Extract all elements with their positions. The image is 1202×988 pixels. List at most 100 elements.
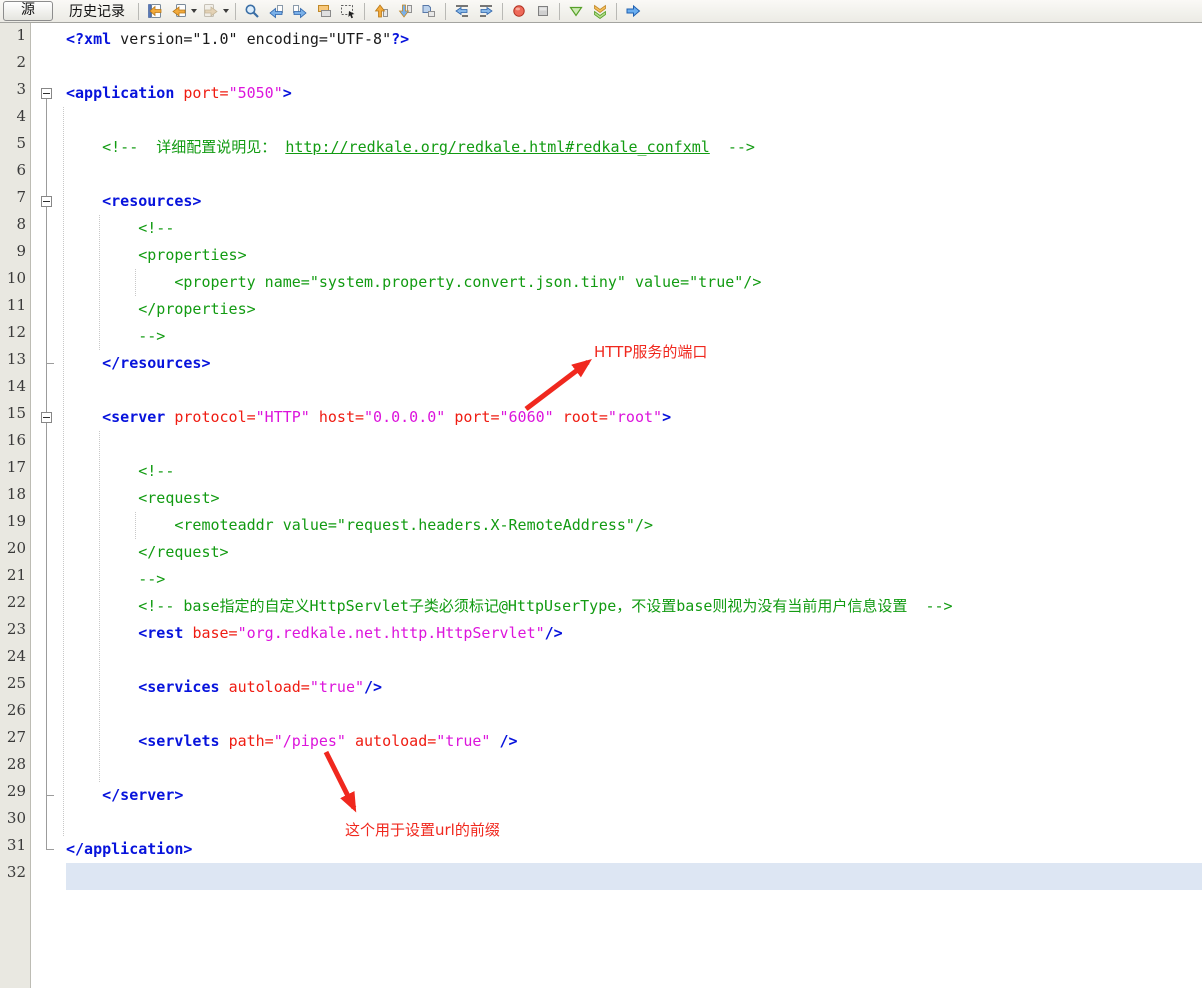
shift-line-right-button[interactable] bbox=[474, 1, 498, 22]
toolbar-separator bbox=[445, 3, 446, 20]
code-token-attr: base= bbox=[192, 624, 237, 642]
code-line[interactable]: <server protocol="HTTP" host="0.0.0.0" p… bbox=[66, 404, 671, 431]
code-token-comment: <remoteaddr value="request.headers.X-Rem… bbox=[66, 516, 653, 534]
code-token-tag: <rest bbox=[138, 624, 183, 642]
code-token-val: "HTTP" bbox=[256, 408, 310, 426]
code-token-attr: port= bbox=[183, 84, 228, 102]
code-line[interactable]: <rest base="org.redkale.net.http.HttpSer… bbox=[66, 620, 563, 647]
fold-collapse-box[interactable] bbox=[41, 412, 52, 423]
code-token-plain bbox=[66, 354, 102, 372]
code-token-val: "0.0.0.0" bbox=[364, 408, 445, 426]
expand-fold-button[interactable] bbox=[564, 1, 588, 22]
fold-end-tick bbox=[46, 363, 54, 364]
code-token-tag: > bbox=[283, 84, 292, 102]
code-token-plain bbox=[66, 786, 102, 804]
next-bookmark-button[interactable] bbox=[393, 1, 417, 22]
stop-macro-recording-button[interactable] bbox=[531, 1, 555, 22]
find-previous-icon bbox=[268, 3, 284, 19]
code-line[interactable]: <!-- bbox=[66, 215, 174, 242]
toggle-bookmark-button[interactable] bbox=[417, 1, 441, 22]
code-token-comment: --> bbox=[710, 138, 755, 156]
code-token-plain bbox=[66, 732, 138, 750]
code-line[interactable]: <!-- base指定的自定义HttpServlet子类必须标记@HttpUse… bbox=[66, 593, 953, 620]
code-token-tag: ?> bbox=[391, 30, 409, 48]
code-line[interactable]: --> bbox=[66, 323, 165, 350]
code-line[interactable]: <!-- bbox=[66, 458, 174, 485]
code-line[interactable]: --> bbox=[66, 566, 165, 593]
collapse-all-folds-icon bbox=[592, 3, 608, 19]
code-line[interactable]: <application port="5050"> bbox=[66, 80, 292, 107]
fold-collapse-box[interactable] bbox=[41, 196, 52, 207]
back-icon bbox=[171, 3, 187, 19]
previous-bookmark-icon bbox=[373, 3, 389, 19]
shift-line-left-icon bbox=[454, 3, 470, 19]
last-edit-location-button[interactable] bbox=[143, 1, 167, 22]
code-line[interactable]: <property name="system.property.convert.… bbox=[66, 269, 761, 296]
line-number: 23 bbox=[0, 620, 26, 647]
code-token-attr: port= bbox=[454, 408, 499, 426]
code-line[interactable]: </resources> bbox=[66, 350, 211, 377]
code-token-comment: --> bbox=[66, 570, 165, 588]
code-line[interactable]: </request> bbox=[66, 539, 229, 566]
shift-line-right-icon bbox=[478, 3, 494, 19]
line-number: 31 bbox=[0, 836, 26, 863]
collapse-all-folds-button[interactable] bbox=[588, 1, 612, 22]
code-editor[interactable]: 1234567891011121314151617181920212223242… bbox=[0, 23, 1202, 988]
code-token-tag: </server> bbox=[102, 786, 183, 804]
code-token-attr: root= bbox=[563, 408, 608, 426]
go-forward-button[interactable] bbox=[621, 1, 645, 22]
line-number: 27 bbox=[0, 728, 26, 755]
line-number: 4 bbox=[0, 107, 26, 134]
line-number: 7 bbox=[0, 188, 26, 215]
find-previous-button[interactable] bbox=[264, 1, 288, 22]
previous-bookmark-button[interactable] bbox=[369, 1, 393, 22]
line-number: 1 bbox=[0, 26, 26, 53]
fold-margin bbox=[31, 23, 66, 988]
toggle-highlight-search-button[interactable] bbox=[312, 1, 336, 22]
code-line[interactable]: <resources> bbox=[66, 188, 201, 215]
dropdown-caret-icon bbox=[223, 9, 229, 13]
code-token-val: "/pipes" bbox=[274, 732, 346, 750]
forward-icon bbox=[203, 3, 219, 19]
line-number: 28 bbox=[0, 755, 26, 782]
code-line[interactable]: </properties> bbox=[66, 296, 256, 323]
code-line[interactable]: <remoteaddr value="request.headers.X-Rem… bbox=[66, 512, 653, 539]
back-button[interactable] bbox=[167, 1, 191, 22]
hyperlink[interactable]: http://redkale.org/redkale.html#redkale_… bbox=[285, 138, 709, 156]
code-token-plain bbox=[346, 732, 355, 750]
tab-history[interactable]: 历史记录 bbox=[60, 1, 134, 21]
toggle-bookmark-icon bbox=[421, 3, 437, 19]
code-line[interactable]: <services autoload="true"/> bbox=[66, 674, 382, 701]
code-token-plain bbox=[66, 624, 138, 642]
tab-source[interactable]: 源 bbox=[3, 1, 53, 21]
shift-line-left-button[interactable] bbox=[450, 1, 474, 22]
find-next-button[interactable] bbox=[288, 1, 312, 22]
code-line[interactable]: <servlets path="/pipes" autoload="true" … bbox=[66, 728, 518, 755]
code-line[interactable]: </application> bbox=[66, 836, 192, 863]
go-forward-icon bbox=[625, 3, 641, 19]
code-token-comment: <property name="system.property.convert.… bbox=[66, 273, 761, 291]
line-number: 3 bbox=[0, 80, 26, 107]
indent-guide bbox=[63, 107, 64, 836]
start-macro-recording-button[interactable] bbox=[507, 1, 531, 22]
dropdown-caret-icon[interactable] bbox=[191, 9, 197, 13]
code-token-tag: <application bbox=[66, 84, 174, 102]
code-line[interactable]: </server> bbox=[66, 782, 183, 809]
line-number: 16 bbox=[0, 431, 26, 458]
code-line[interactable]: <!-- 详细配置说明见： http://redkale.org/redkale… bbox=[66, 134, 755, 161]
code-token-tag: <servlets bbox=[138, 732, 219, 750]
code-token-tag: /> bbox=[500, 732, 518, 750]
find-selection-button[interactable] bbox=[240, 1, 264, 22]
code-token-plain bbox=[554, 408, 563, 426]
fold-end-tick bbox=[46, 849, 54, 850]
editor-toolbar: 源 历史记录 bbox=[0, 0, 1202, 23]
toggle-rectangular-selection-button[interactable] bbox=[336, 1, 360, 22]
code-line[interactable]: <properties> bbox=[66, 242, 247, 269]
fold-collapse-box[interactable] bbox=[41, 88, 52, 99]
code-line[interactable]: <?xml version="1.0" encoding="UTF-8"?> bbox=[66, 26, 409, 53]
toolbar-separator bbox=[235, 3, 236, 20]
fold-rail bbox=[46, 99, 47, 849]
code-token-comment: </properties> bbox=[66, 300, 256, 318]
code-line[interactable]: <request> bbox=[66, 485, 220, 512]
code-token-tag: /> bbox=[545, 624, 563, 642]
